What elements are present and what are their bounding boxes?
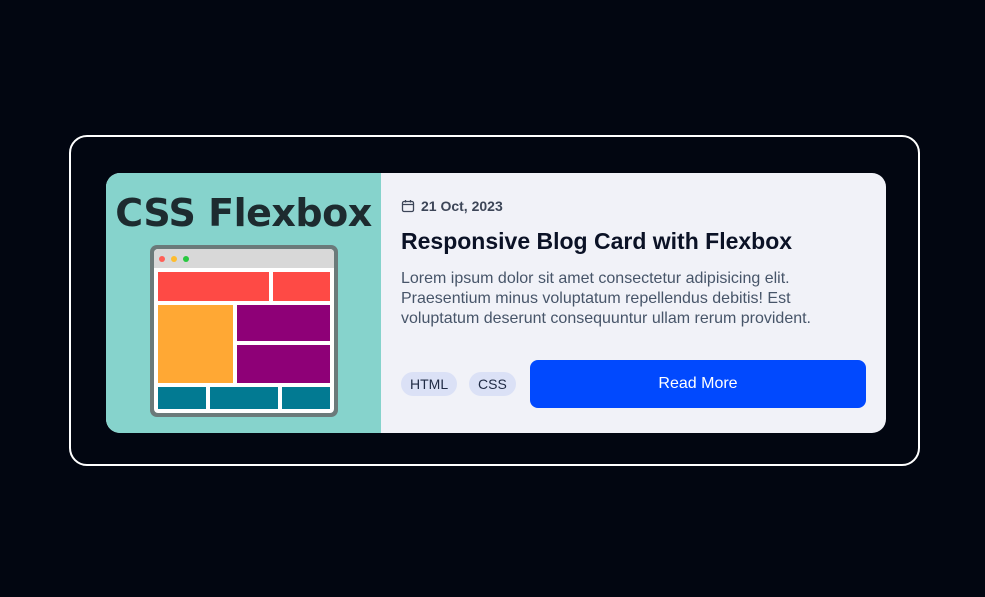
close-dot-icon xyxy=(159,256,165,262)
layout-header-block xyxy=(158,272,269,301)
blog-card-content: 21 Oct, 2023 Responsive Blog Card with F… xyxy=(381,173,886,433)
tag-css[interactable]: CSS xyxy=(469,372,516,396)
post-date: 21 Oct, 2023 xyxy=(401,198,503,214)
post-date-text: 21 Oct, 2023 xyxy=(421,198,503,214)
layout-sidebar-block xyxy=(158,305,233,383)
layout-main-block xyxy=(237,305,330,341)
blog-card: CSS Flexbox 21 Oct, 2023 Responsive Blog… xyxy=(106,173,886,433)
layout-footer-block xyxy=(210,387,278,409)
browser-title-bar xyxy=(154,249,334,268)
browser-illustration xyxy=(150,245,338,417)
blog-card-thumbnail: CSS Flexbox xyxy=(106,173,381,433)
post-title: Responsive Blog Card with Flexbox xyxy=(401,228,793,254)
thumbnail-title: CSS Flexbox xyxy=(115,191,372,235)
calendar-icon xyxy=(401,200,415,213)
maximize-dot-icon xyxy=(183,256,189,262)
post-description: Lorem ipsum dolor sit amet consectetur a… xyxy=(401,270,811,327)
read-more-button[interactable]: Read More xyxy=(530,360,866,408)
layout-content-block xyxy=(237,345,330,383)
layout-nav-block xyxy=(273,272,330,301)
tag-html[interactable]: HTML xyxy=(401,372,458,396)
minimize-dot-icon xyxy=(171,256,177,262)
layout-footer-block xyxy=(158,387,206,409)
layout-footer-block xyxy=(282,387,330,409)
browser-window xyxy=(154,249,334,413)
